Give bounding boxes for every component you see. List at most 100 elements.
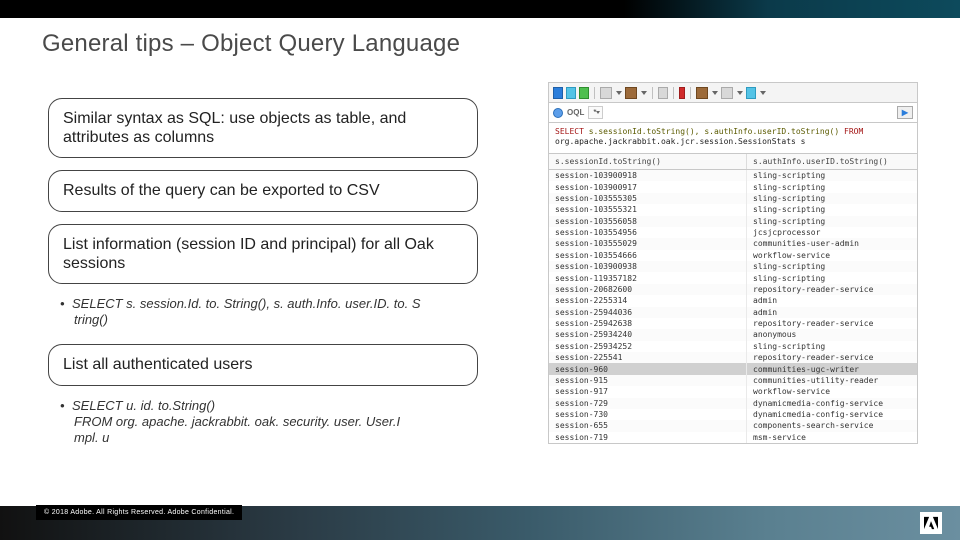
table-row[interactable]: session-103900918sling-scripting (549, 170, 917, 181)
tip-pill-csv: Results of the query can be exported to … (48, 170, 478, 211)
chart-icon[interactable] (566, 87, 576, 99)
cell-sessionid: session-917 (549, 386, 747, 397)
copyright-label: © 2018 Adobe. All Rights Reserved. Adobe… (36, 505, 242, 520)
top-accent-bar (0, 0, 960, 18)
tool-toolbar (548, 82, 918, 103)
table-row[interactable]: session-103555029communities-user-admin (549, 238, 917, 249)
cell-sessionid: session-103554956 (549, 227, 747, 238)
table-row[interactable]: session-730dynamicmedia-config-service (549, 409, 917, 420)
table-row[interactable]: session-915communities-utility-reader (549, 375, 917, 386)
query-example-2-line2: FROM org. apache. jackrabbit. oak. secur… (74, 414, 478, 430)
left-column: Similar syntax as SQL: use objects as ta… (48, 98, 478, 462)
cell-sessionid: session-915 (549, 375, 747, 386)
cell-userid: repository-reader-service (747, 352, 917, 363)
tip-pill-auth-users: List all authenticated users (48, 344, 478, 385)
cell-sessionid: session-655 (549, 420, 747, 431)
table-row[interactable]: session-25942638repository-reader-servic… (549, 318, 917, 329)
cell-userid: admin (747, 307, 917, 318)
toolbar-separator (652, 87, 653, 99)
query-example-2-line1: SELECT u. id. to.String() (72, 398, 215, 413)
toolbar-separator (690, 87, 691, 99)
info-icon[interactable] (553, 87, 563, 99)
scope-dropdown[interactable]: * (588, 106, 603, 119)
cell-userid: workflow-service (747, 250, 917, 261)
settings-icon[interactable] (746, 87, 756, 99)
table-row[interactable]: session-103555305sling-scripting (549, 193, 917, 204)
query-example-1-line2: tring() (74, 312, 478, 328)
cell-sessionid: session-103556058 (549, 216, 747, 227)
table-row[interactable]: session-103555321sling-scripting (549, 204, 917, 215)
cell-userid: sling-scripting (747, 272, 917, 283)
table-row[interactable]: session-917workflow-service (549, 386, 917, 397)
box-icon[interactable] (625, 87, 637, 99)
cell-sessionid: session-119357182 (549, 272, 747, 283)
oql-control-row: OQL * ▶ (548, 103, 918, 123)
cell-sessionid: session-103555321 (549, 204, 747, 215)
table-row[interactable]: session-103554666workflow-service (549, 250, 917, 261)
cell-sessionid: session-103555029 (549, 238, 747, 249)
grid-icon[interactable] (600, 87, 612, 99)
table-row[interactable]: session-960communities-ugc-writer (549, 363, 917, 374)
cell-sessionid: session-729 (549, 398, 747, 409)
query-from-clause: org.apache.jackrabbit.oak.jcr.session.Se… (555, 137, 805, 146)
cell-sessionid: session-103900918 (549, 170, 747, 181)
cell-sessionid: session-25944036 (549, 307, 747, 318)
cell-userid: workflow-service (747, 386, 917, 397)
toolbar-separator (594, 87, 595, 99)
cell-userid: admin (747, 295, 917, 306)
dropdown-icon[interactable] (641, 91, 647, 95)
table-row[interactable]: session-719msm-service (549, 432, 917, 443)
result-body[interactable]: session-103900918sling-scriptingsession-… (548, 170, 918, 444)
result-header-userid[interactable]: s.authInfo.userID.toString() (747, 154, 917, 169)
table-row[interactable]: session-103556058sling-scripting (549, 216, 917, 227)
cell-sessionid: session-103554666 (549, 250, 747, 261)
table-row[interactable]: session-655components-search-service (549, 420, 917, 431)
adobe-a-icon (924, 516, 938, 530)
cell-userid: anonymous (747, 329, 917, 340)
menu-icon[interactable] (721, 87, 733, 99)
table-row[interactable]: session-20682600repository-reader-servic… (549, 284, 917, 295)
dropdown-icon[interactable] (712, 91, 718, 95)
run-button[interactable]: ▶ (897, 106, 913, 119)
cell-sessionid: session-103555305 (549, 193, 747, 204)
dropdown-icon[interactable] (760, 91, 766, 95)
cell-userid: communities-user-admin (747, 238, 917, 249)
bullet-icon: • (60, 296, 72, 312)
cell-userid: sling-scripting (747, 341, 917, 352)
cell-userid: communities-utility-reader (747, 375, 917, 386)
table-row[interactable]: session-103900917sling-scripting (549, 181, 917, 192)
dropdown-icon[interactable] (737, 91, 743, 95)
cell-sessionid: session-20682600 (549, 284, 747, 295)
slide-title: General tips – Object Query Language (42, 30, 460, 58)
dropdown-icon[interactable] (616, 91, 622, 95)
adobe-logo (920, 512, 942, 534)
result-header-sessionid[interactable]: s.sessionId.toString() (549, 154, 747, 169)
package-icon[interactable] (696, 87, 708, 99)
table-row[interactable]: session-729dynamicmedia-config-service (549, 398, 917, 409)
result-header-row: s.sessionId.toString() s.authInfo.userID… (548, 154, 918, 170)
cell-userid: sling-scripting (747, 193, 917, 204)
query-example-2: •SELECT u. id. to.String() FROM org. apa… (60, 398, 478, 447)
cell-sessionid: session-730 (549, 409, 747, 420)
toolbar-separator (673, 87, 674, 99)
tree-icon[interactable] (579, 87, 589, 99)
table-row[interactable]: session-2255314admin (549, 295, 917, 306)
table-row[interactable]: session-25944036admin (549, 307, 917, 318)
kw-from: FROM (844, 127, 863, 136)
table-row[interactable]: session-225541repository-reader-service (549, 352, 917, 363)
query-editor[interactable]: SELECT s.sessionId.toString(), s.authInf… (548, 123, 918, 154)
table-row[interactable]: session-25934252sling-scripting (549, 341, 917, 352)
table-row[interactable]: session-119357182sling-scripting (549, 272, 917, 283)
table-row[interactable]: session-103900938sling-scripting (549, 261, 917, 272)
alert-icon[interactable] (679, 87, 685, 99)
cell-userid: jcsjcprocessor (747, 227, 917, 238)
run-arrow-icon: ▶ (902, 108, 908, 117)
query-example-1: •SELECT s. session.Id. to. String(), s. … (60, 296, 478, 329)
cell-userid: communities-ugc-writer (747, 363, 917, 374)
table-row[interactable]: session-25934240anonymous (549, 329, 917, 340)
table-row[interactable]: session-103554956jcsjcprocessor (549, 227, 917, 238)
bullet-icon: • (60, 398, 72, 414)
oql-tool-screenshot: OQL * ▶ SELECT s.sessionId.toString(), s… (548, 82, 918, 444)
search-icon[interactable] (658, 87, 668, 99)
cell-userid: sling-scripting (747, 204, 917, 215)
